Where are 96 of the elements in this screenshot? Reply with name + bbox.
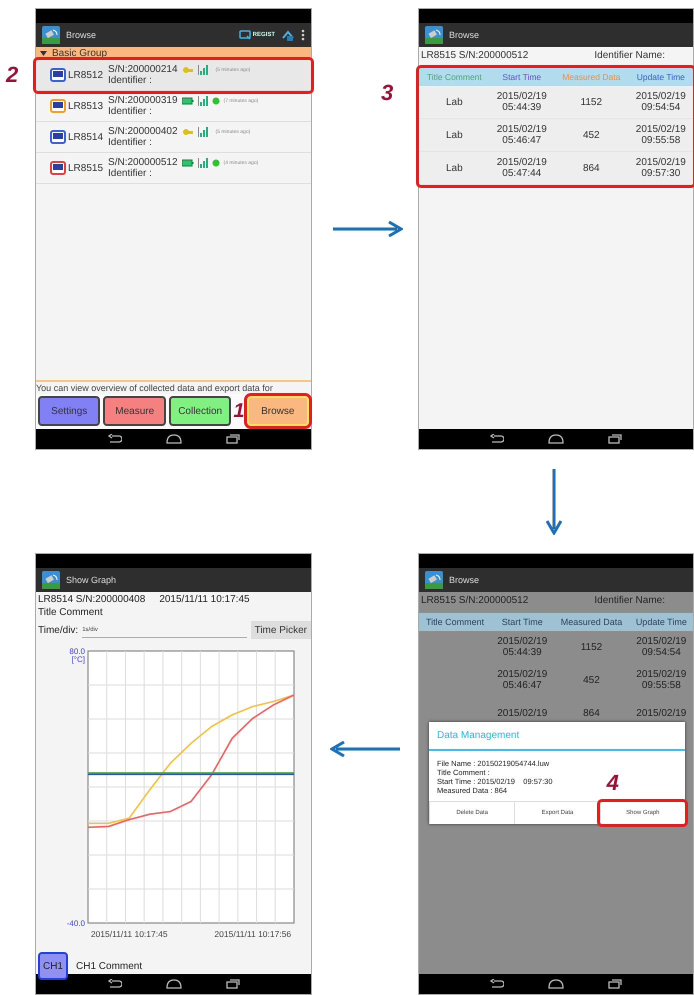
table-cell: 2015/02/19 09:57:30 <box>628 152 693 184</box>
home-icon[interactable] <box>166 979 182 989</box>
identifier-label: Identifier Name: <box>594 595 665 606</box>
table-cell: 2015/02/19 05:44:39 <box>491 631 554 664</box>
timestamp: 2015/11/11 10:17:45 <box>159 594 250 605</box>
device-label: LR8515 S/N:200000512 <box>421 595 528 606</box>
tab-button[interactable]: Measure <box>103 396 166 426</box>
right-arrow <box>333 221 403 237</box>
column-header[interactable]: Update Time <box>630 613 693 631</box>
table-cell: 452 <box>554 118 629 152</box>
table-cell: Lab <box>419 152 490 184</box>
home-icon[interactable] <box>548 979 564 989</box>
signal-icon <box>198 158 208 168</box>
step-number: 4 <box>606 772 619 794</box>
tab-button[interactable]: Browse <box>246 396 309 426</box>
signal-icon <box>198 126 208 136</box>
logger-icon <box>50 161 66 175</box>
back-icon[interactable] <box>108 979 122 989</box>
column-header[interactable]: Measured Data <box>553 613 630 631</box>
device-model: LR8513 <box>68 100 104 112</box>
device-label: LR8514 S/N:200000408 <box>38 594 146 605</box>
back-icon[interactable] <box>108 434 122 444</box>
serial-number: S/N:200000512 <box>108 157 178 168</box>
home-icon[interactable] <box>166 434 182 444</box>
logger-icon <box>50 68 66 82</box>
step-number: 2 <box>6 64 18 86</box>
recent-apps-icon[interactable] <box>226 979 240 989</box>
logger-icon <box>50 99 66 113</box>
screen-title: Browse <box>66 30 98 40</box>
app-logo-icon <box>42 571 60 589</box>
table-cell: 1152 <box>554 86 629 118</box>
signal-icon <box>198 64 208 74</box>
serial-number: S/N:200000319 <box>108 95 178 106</box>
device-label: LR8515 S/N:200000512 <box>421 50 528 61</box>
table-cell: Lab <box>419 118 490 152</box>
device-model: LR8515 <box>68 162 104 174</box>
table-cell: 2015/02/19 05:47:44 <box>490 152 554 184</box>
title-comment: Title Comment <box>38 607 103 618</box>
tab-button[interactable]: Settings <box>38 396 100 426</box>
signal-icon <box>198 96 208 106</box>
table-cell: 2015/02/19 05:44:39 <box>490 86 554 118</box>
recent-apps-icon[interactable] <box>608 979 622 989</box>
table-cell: 864 <box>554 152 629 184</box>
identifier-label: Identifier : <box>108 75 153 86</box>
axis-unit: [°C] <box>72 655 85 664</box>
down-arrow <box>546 468 562 534</box>
serial-number: S/N:200000214 <box>108 64 178 75</box>
axis-tick-label: 2015/11/11 10:17:45 <box>90 929 168 939</box>
field-label: Time/div: <box>38 624 78 636</box>
screen-title: Show Graph <box>66 575 118 585</box>
time-picker-button[interactable]: Time Picker <box>250 621 311 639</box>
back-icon[interactable] <box>490 434 504 444</box>
column-header[interactable]: Title Comment <box>419 613 492 631</box>
identifier-label: Identifier : <box>108 168 153 179</box>
dialog-title: Data Management <box>429 722 685 751</box>
screen-title: Browse <box>449 30 480 40</box>
table-cell: 2015/02/19 05:46:47 <box>491 664 554 696</box>
app-logo-icon <box>42 26 60 44</box>
group-label: Basic Group <box>52 48 108 59</box>
recent-apps-icon[interactable] <box>226 434 240 444</box>
column-header[interactable]: Update Time <box>628 68 693 86</box>
app-logo-icon <box>425 571 443 589</box>
device-model: LR8514 <box>68 132 104 142</box>
home-icon[interactable] <box>548 434 564 444</box>
link-icon[interactable] <box>281 28 295 42</box>
back-icon[interactable] <box>490 979 504 989</box>
identifier-label: Identifier : <box>108 137 153 148</box>
app-logo-icon <box>425 26 443 44</box>
axis-tick-label: 80.0 <box>69 647 85 656</box>
table-cell: 2015/02/19 09:54:54 <box>628 86 693 118</box>
table-cell: 452 <box>553 664 630 696</box>
identifier-label: Identifier : <box>108 106 153 117</box>
step-number: 3 <box>381 82 394 104</box>
left-arrow <box>330 741 400 757</box>
step-number: 1 <box>233 401 245 421</box>
serial-number: S/N:200000402 <box>108 126 178 137</box>
logger-icon <box>50 130 66 144</box>
tab-button[interactable]: Collection <box>168 396 232 426</box>
device-icon <box>238 30 251 40</box>
table-cell: 2015/02/19 05:46:47 <box>490 118 554 152</box>
recent-apps-icon[interactable] <box>608 434 622 444</box>
axis-tick-label: 2015/11/11 10:17:56 <box>214 929 292 939</box>
overflow-menu-icon[interactable] <box>301 29 305 41</box>
table-cell: Lab <box>419 86 490 118</box>
channel-comment: CH1 Comment <box>76 960 142 972</box>
table-cell: 1152 <box>553 631 630 664</box>
table-cell: 2015/02/19 09:55:58 <box>630 664 693 696</box>
device-model: LR8512 <box>68 70 104 80</box>
column-header[interactable]: Start Time <box>490 68 554 86</box>
screen-title: Browse <box>449 575 480 585</box>
channel-button[interactable]: CH1 <box>38 952 68 980</box>
column-header[interactable]: Start Time <box>491 613 554 631</box>
axis-tick-label: -40.0 <box>66 919 85 928</box>
identifier-label: Identifier Name: <box>594 50 665 61</box>
table-cell: 2015/02/19 09:54:54 <box>630 631 693 664</box>
table-cell: 2015/02/19 09:55:58 <box>628 118 693 152</box>
